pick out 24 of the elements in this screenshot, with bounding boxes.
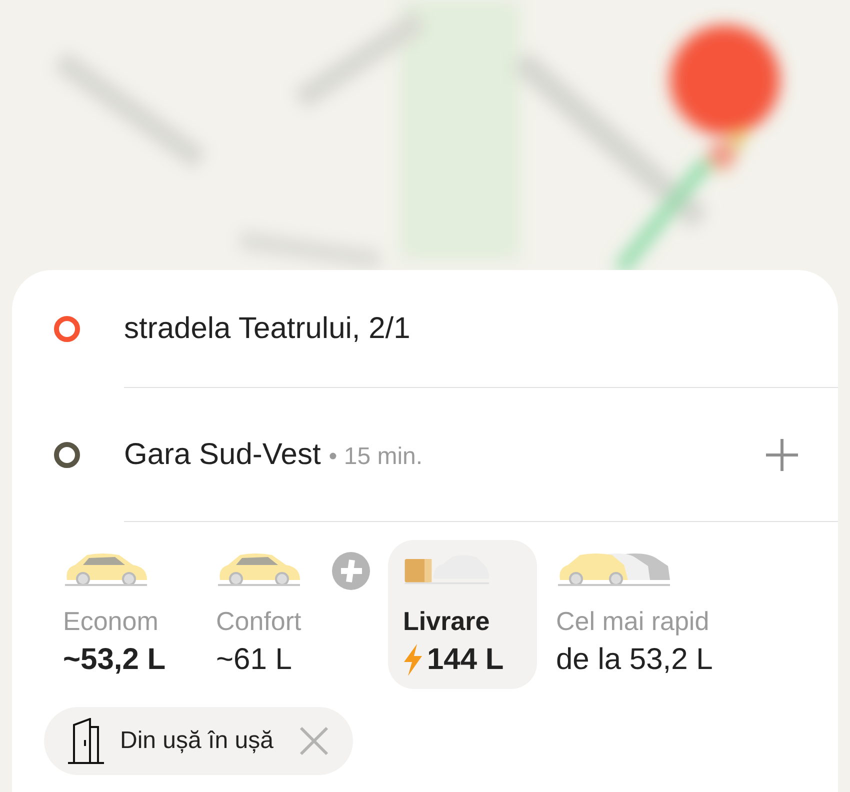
door-icon [66, 718, 106, 764]
close-icon[interactable] [299, 726, 330, 756]
add-icon[interactable] [764, 436, 800, 472]
option-chip[interactable]: Din ușă în ușă [44, 707, 354, 775]
tariff-name: Livrare [403, 606, 491, 637]
lightning-icon [403, 644, 423, 676]
tariff-price: 144 L [427, 643, 504, 677]
tariff-price: ~61 L [216, 643, 292, 677]
address-text[interactable]: Gara Sud-Vest [124, 438, 321, 472]
tariff-card[interactable]: Confort ~61 L [201, 540, 384, 689]
travel-time: • 15 min. [328, 442, 423, 470]
plus-badge-icon [332, 552, 370, 590]
tariff-price: ~53,2 L [63, 643, 166, 677]
option-label: Din ușă în ușă [120, 727, 274, 755]
tariff-name: Cel mai rapid [556, 606, 710, 637]
origin-marker-icon [54, 316, 80, 342]
tariff-card[interactable]: Livrare 144 L [388, 540, 537, 689]
tariff-name: Econom [63, 606, 160, 637]
tariff-name: Confort [216, 606, 302, 637]
address-text[interactable]: stradela Teatrului, 2/1 [124, 312, 410, 346]
destination-marker-icon [54, 442, 80, 468]
tariff-card[interactable]: Cel mai rapid de la 53,2 L [541, 540, 727, 689]
tariff-card[interactable]: Econom ~53,2 L [48, 540, 197, 689]
tariff-price: de la 53,2 L [556, 643, 713, 677]
